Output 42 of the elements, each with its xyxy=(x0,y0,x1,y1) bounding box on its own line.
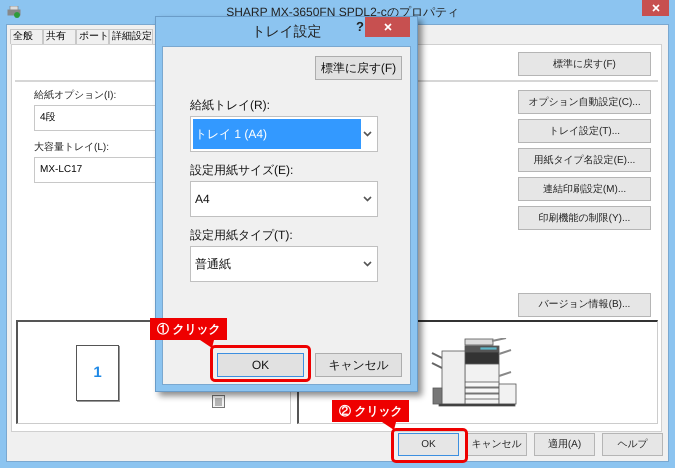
page-number: 1 xyxy=(93,362,102,383)
callout-pointer xyxy=(382,422,396,430)
tab[interactable]: 詳細設定 xyxy=(109,29,153,44)
dropdown[interactable]: A4 xyxy=(190,181,378,217)
close-icon xyxy=(384,23,392,31)
chevron-icon xyxy=(363,261,372,267)
close-button[interactable] xyxy=(365,17,410,37)
button[interactable]: ヘルプ xyxy=(602,433,663,456)
button[interactable]: 用紙タイプ名設定(E)... xyxy=(518,148,651,172)
close-icon xyxy=(652,4,660,12)
callout-pointer xyxy=(200,340,214,348)
button[interactable]: キャンセル xyxy=(315,353,402,377)
field-label: 設定用紙タイプ(T): xyxy=(190,228,294,243)
button[interactable]: 連結印刷設定(M)... xyxy=(518,177,651,201)
dropdown-value: 普通紙 xyxy=(194,256,232,273)
field-label: 給紙トレイ(R): xyxy=(190,98,271,113)
dropdown[interactable]: 普通紙 xyxy=(190,246,378,282)
chevron-icon xyxy=(363,131,372,137)
reset-button[interactable]: 標準に戻す(F) xyxy=(315,56,402,80)
button[interactable]: 適用(A) xyxy=(534,433,595,456)
button[interactable]: トレイ設定(T)... xyxy=(518,119,651,143)
field-label: 大容量トレイ(L): xyxy=(34,142,110,154)
button[interactable]: 標準に戻す(F) xyxy=(518,52,651,76)
tab[interactable]: ポート xyxy=(76,29,109,44)
dropdown-value: A4 xyxy=(194,191,211,208)
tab[interactable]: 全般 xyxy=(10,29,43,44)
button[interactable]: 印刷機能の制限(Y)... xyxy=(518,206,651,230)
button[interactable]: キャンセル xyxy=(466,433,527,456)
close-button[interactable] xyxy=(642,0,669,16)
help-button[interactable]: ? xyxy=(353,19,367,35)
field-label: 設定用紙サイズ(E): xyxy=(190,163,294,178)
chevron-icon xyxy=(363,196,372,202)
button[interactable]: オプション自動設定(C)... xyxy=(518,90,651,114)
dropdown-value: トレイ 1 (A4) xyxy=(193,119,361,149)
document-icon xyxy=(212,395,225,408)
button[interactable]: バージョン情報(B)... xyxy=(518,292,651,316)
printer-icon xyxy=(7,6,21,18)
tab[interactable]: 共有 xyxy=(43,29,76,44)
dialog-title: トレイ設定 xyxy=(252,22,322,41)
button[interactable]: OK xyxy=(217,353,304,377)
button[interactable]: OK xyxy=(398,433,459,456)
field-label: 給紙オプション(I): xyxy=(34,90,118,102)
